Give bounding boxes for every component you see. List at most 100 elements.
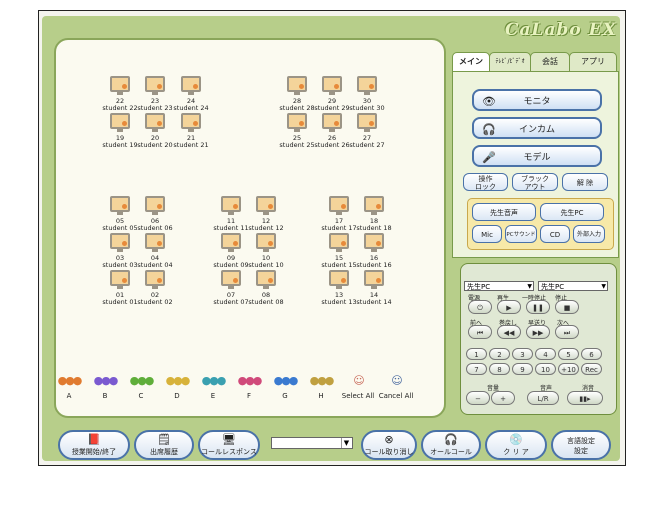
bottom-button-label: 授業開始/終了 bbox=[71, 448, 117, 456]
student-seat-14[interactable]: 14 student 14 bbox=[353, 270, 395, 306]
group-icon: ●●● bbox=[129, 374, 155, 387]
student-seat-10[interactable]: 10 student 10 bbox=[245, 233, 287, 269]
intercom-button-label: インカム bbox=[518, 125, 555, 135]
operation-lock-button[interactable]: 操作 ロック bbox=[463, 173, 508, 191]
group-button-b[interactable]: ●●● B bbox=[88, 373, 122, 400]
group-label: E bbox=[210, 392, 216, 400]
number-button-1[interactable]: 1 bbox=[466, 348, 487, 360]
monitor-icon bbox=[256, 196, 276, 215]
student-seat-18[interactable]: 18 student 18 bbox=[353, 196, 395, 232]
play-button[interactable]: ▶ bbox=[497, 300, 521, 314]
call-response-button[interactable]: 🖥 コールレスポンス bbox=[198, 430, 260, 460]
number-button-Rec[interactable]: Rec bbox=[581, 363, 602, 375]
group-icon: ●●● bbox=[273, 374, 299, 387]
tab-tv-video[interactable]: ﾃﾚﾋﾞ/ﾋﾞﾃﾞｵ bbox=[489, 52, 531, 72]
mic-button[interactable]: Mic bbox=[472, 225, 502, 243]
group-icon: ☺ bbox=[391, 374, 402, 387]
class-start-end-button[interactable]: 📕 授業開始/終了 bbox=[58, 430, 130, 460]
blackout-button[interactable]: ブラック アウト bbox=[512, 173, 558, 191]
source-select-left[interactable]: 先生PC ▼ bbox=[464, 281, 534, 291]
number-button-8[interactable]: 8 bbox=[489, 363, 510, 375]
number-button-9[interactable]: 9 bbox=[512, 363, 533, 375]
monitor-icon bbox=[221, 270, 241, 289]
group-button-h[interactable]: ●●● H bbox=[304, 373, 338, 400]
source-select-right[interactable]: 先生PC ▼ bbox=[538, 281, 608, 291]
teacher-voice-button[interactable]: 先生音声 bbox=[472, 203, 536, 221]
number-button-4[interactable]: 4 bbox=[535, 348, 556, 360]
group-label: G bbox=[282, 392, 288, 400]
all-call-button[interactable]: 🎧 オールコール bbox=[421, 430, 481, 460]
tab-conversation[interactable]: 会話 bbox=[530, 52, 570, 72]
language-settings-button[interactable]: 言語設定 設定 bbox=[551, 430, 611, 460]
bottom-button-label: コール取り消し bbox=[364, 448, 414, 456]
monitor-icon bbox=[221, 196, 241, 215]
seat-student-name: student 04 bbox=[137, 261, 173, 269]
number-button-2[interactable]: 2 bbox=[489, 348, 510, 360]
clear-button[interactable]: 💿 ク リ ア bbox=[485, 430, 547, 460]
power-button[interactable]: ⏻ bbox=[468, 300, 492, 314]
stop-button[interactable]: ■ bbox=[555, 300, 579, 314]
monitor-icon bbox=[181, 113, 201, 132]
fast-forward-button[interactable]: ▶▶ bbox=[526, 325, 550, 339]
next-button[interactable]: ⏭ bbox=[555, 325, 579, 339]
group-button-c[interactable]: ●●● C bbox=[124, 373, 158, 400]
lr-button[interactable]: L/R bbox=[527, 391, 559, 405]
student-seat-12[interactable]: 12 student 12 bbox=[245, 196, 287, 232]
number-button-6[interactable]: 6 bbox=[581, 348, 602, 360]
teacher-pc-button[interactable]: 先生PC bbox=[540, 203, 604, 221]
group-label: H bbox=[318, 392, 324, 400]
cd-button[interactable]: CD bbox=[540, 225, 570, 243]
eye-icon: 👁 bbox=[482, 95, 496, 108]
student-seat-02[interactable]: 02 student 02 bbox=[134, 270, 176, 306]
number-button-5[interactable]: 5 bbox=[558, 348, 579, 360]
number-button-+10[interactable]: +10 bbox=[558, 363, 579, 375]
monitor-icon bbox=[357, 76, 377, 95]
group-button-d[interactable]: ●●● D bbox=[160, 373, 194, 400]
model-button[interactable]: 🎤 モデル bbox=[472, 145, 602, 167]
number-button-3[interactable]: 3 bbox=[512, 348, 533, 360]
attendance-history-button[interactable]: 🗒 出席履歴 bbox=[134, 430, 194, 460]
student-seat-04[interactable]: 04 student 04 bbox=[134, 233, 176, 269]
monitor-icon bbox=[329, 270, 349, 289]
pause-button[interactable]: ❚❚ bbox=[526, 300, 550, 314]
number-button-10[interactable]: 10 bbox=[535, 363, 556, 375]
rewind-button[interactable]: ◀◀ bbox=[497, 325, 521, 339]
student-seat-24[interactable]: 24 student 24 bbox=[170, 76, 212, 112]
monitor-button-label: モニタ bbox=[523, 97, 551, 107]
release-button[interactable]: 解 除 bbox=[562, 173, 608, 191]
student-seat-16[interactable]: 16 student 16 bbox=[353, 233, 395, 269]
previous-button[interactable]: ⏮ bbox=[468, 325, 492, 339]
student-seat-06[interactable]: 06 student 06 bbox=[134, 196, 176, 232]
student-seat-30[interactable]: 30 student 30 bbox=[346, 76, 388, 112]
call-response-icon: 🖥 bbox=[222, 433, 236, 446]
group-button-e[interactable]: ●●● E bbox=[196, 373, 230, 400]
volume-down-button[interactable]: − bbox=[466, 391, 490, 405]
source-select-right-value: 先生PC bbox=[541, 283, 565, 291]
group-label: Cancel All bbox=[378, 392, 414, 400]
external-input-button[interactable]: 外部入力 bbox=[573, 225, 605, 243]
group-button-a[interactable]: ●●● A bbox=[52, 373, 86, 400]
clear-icon: 💿 bbox=[509, 433, 523, 446]
group-button-f[interactable]: ●●● F bbox=[232, 373, 266, 400]
group-icon: ●●● bbox=[57, 374, 83, 387]
monitor-icon bbox=[287, 76, 307, 95]
intercom-button[interactable]: 🎧 インカム bbox=[472, 117, 602, 139]
pc-sound-button[interactable]: PCサウンド bbox=[505, 225, 537, 243]
student-seat-27[interactable]: 27 student 27 bbox=[346, 113, 388, 149]
response-combo[interactable]: ▼ bbox=[271, 437, 353, 449]
student-seat-08[interactable]: 08 student 08 bbox=[245, 270, 287, 306]
chevron-down-icon: ▼ bbox=[601, 283, 606, 290]
mute-button[interactable]: ▮▮▸ bbox=[567, 391, 603, 405]
group-button-g[interactable]: ●●● G bbox=[268, 373, 302, 400]
student-seat-21[interactable]: 21 student 21 bbox=[170, 113, 212, 149]
monitor-button[interactable]: 👁 モニタ bbox=[472, 89, 602, 111]
app-logo: CaLabo EX bbox=[505, 20, 617, 40]
volume-up-button[interactable]: + bbox=[491, 391, 515, 405]
number-button-7[interactable]: 7 bbox=[466, 363, 487, 375]
group-icon: ●●● bbox=[201, 374, 227, 387]
cancel-all-button[interactable]: ☺ Cancel All bbox=[374, 373, 418, 400]
tab-apps[interactable]: アプリ bbox=[569, 52, 617, 72]
tab-main[interactable]: メイン bbox=[452, 52, 490, 72]
seat-student-name: student 16 bbox=[356, 261, 392, 269]
cancel-call-button[interactable]: ⊗ コール取り消し bbox=[361, 430, 417, 460]
